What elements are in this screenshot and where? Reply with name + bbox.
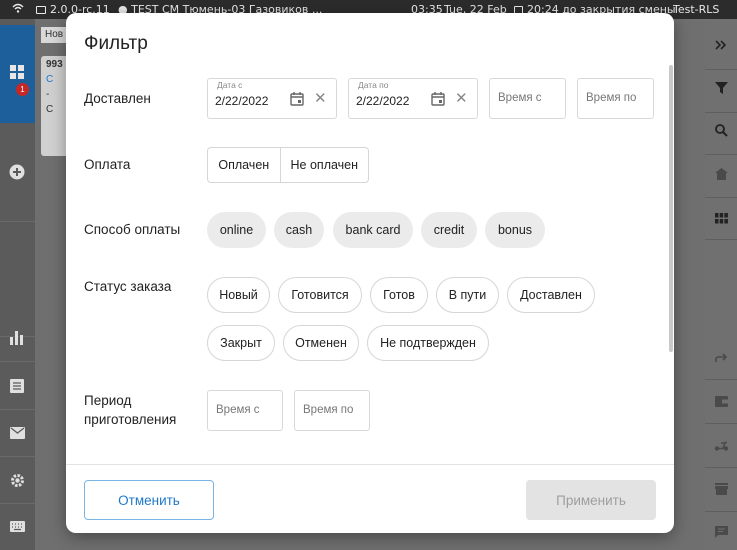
cooking-period-label-line1: Период <box>84 393 132 408</box>
payment-method-chip-bonus[interactable]: bonus <box>485 212 545 248</box>
store-icon[interactable] <box>712 481 730 499</box>
wallet-icon[interactable] <box>712 393 730 411</box>
clear-icon[interactable]: ✕ <box>314 91 327 106</box>
date-to-label: Дата по <box>356 80 391 90</box>
search-icon[interactable] <box>712 123 730 141</box>
sidebar-divider <box>0 503 35 504</box>
right-sidebar <box>705 19 737 550</box>
right-divider <box>705 379 737 380</box>
calendar-icon[interactable] <box>431 92 446 106</box>
status-chip-in-transit[interactable]: В пути <box>436 277 499 313</box>
cancel-button[interactable]: Отменить <box>84 480 214 520</box>
apps-icon <box>8 65 26 83</box>
payment-method-chip-online[interactable]: online <box>207 212 266 248</box>
wifi-icon <box>12 3 24 16</box>
left-sidebar: 1 <box>0 19 35 550</box>
notification-badge: 1 <box>16 83 29 96</box>
payment-option-unpaid[interactable]: Не оплачен <box>279 148 368 182</box>
time-from-placeholder: Время с <box>498 92 542 104</box>
sidebar-item-orders[interactable]: 1 <box>0 25 35 123</box>
chat-icon[interactable] <box>712 524 730 542</box>
payment-method-chip-credit[interactable]: credit <box>421 212 477 248</box>
calendar-icon[interactable] <box>290 92 305 106</box>
right-divider <box>705 511 737 512</box>
right-divider <box>705 239 737 240</box>
dialog-scrollbar[interactable] <box>669 65 673 352</box>
clear-icon[interactable]: ✕ <box>455 91 468 106</box>
sidebar-divider <box>0 409 35 410</box>
delivered-time-to-field[interactable]: Время по <box>577 78 654 119</box>
double-chevron-right-icon[interactable] <box>712 36 730 54</box>
sidebar-divider <box>0 221 35 222</box>
bar-chart-icon[interactable] <box>8 331 26 349</box>
time-from-placeholder: Время с <box>216 404 260 416</box>
time-to-placeholder: Время по <box>303 404 354 416</box>
gear-icon[interactable] <box>8 473 26 491</box>
right-divider <box>705 69 737 70</box>
delivered-time-from-field[interactable]: Время с <box>489 78 566 119</box>
scooter-icon[interactable] <box>712 437 730 455</box>
status-chip-delivered[interactable]: Доставлен <box>507 277 595 313</box>
sidebar-divider <box>0 456 35 457</box>
status-chip-closed[interactable]: Закрыт <box>207 325 275 361</box>
apply-button[interactable]: Применить <box>526 480 656 520</box>
date-to-value: 2/22/2022 <box>356 94 410 108</box>
date-from-value: 2/22/2022 <box>215 94 269 108</box>
status-chip-unconfirmed[interactable]: Не подтвержден <box>367 325 489 361</box>
sidebar-divider <box>0 361 35 362</box>
payment-method-chip-bank-card[interactable]: bank card <box>333 212 413 248</box>
right-divider <box>705 197 737 198</box>
dialog-title: Фильтр <box>84 33 148 54</box>
cooking-period-label-line2: приготовления <box>84 412 177 427</box>
filter-icon[interactable] <box>712 80 730 98</box>
payment-label: Оплата <box>84 157 131 172</box>
right-divider <box>705 423 737 424</box>
payment-method-label: Способ оплаты <box>84 222 181 237</box>
time-to-placeholder: Время по <box>586 92 637 104</box>
status-chip-cancelled[interactable]: Отменен <box>283 325 359 361</box>
grid-icon[interactable] <box>712 210 730 228</box>
forward-arrow-icon[interactable] <box>712 349 730 367</box>
filter-dialog: Фильтр Доставлен Дата с 2/22/2022 ✕ Дата… <box>66 13 674 533</box>
list-icon[interactable] <box>8 379 26 397</box>
right-divider <box>705 112 737 113</box>
mail-icon[interactable] <box>8 426 26 444</box>
order-status-label: Статус заказа <box>84 279 172 294</box>
right-divider <box>705 154 737 155</box>
delivered-date-to-field[interactable]: Дата по 2/22/2022 ✕ <box>348 78 478 119</box>
payment-toggle-group: Оплачен Не оплачен <box>207 147 369 183</box>
status-network: Test-RLS <box>673 3 720 16</box>
keyboard-icon[interactable] <box>8 519 26 537</box>
status-chip-new[interactable]: Новый <box>207 277 270 313</box>
cooking-time-to-field[interactable]: Время по <box>294 390 370 431</box>
cooking-time-from-field[interactable]: Время с <box>207 390 283 431</box>
right-divider <box>705 467 737 468</box>
date-from-label: Дата с <box>215 80 245 90</box>
payment-method-chip-cash[interactable]: cash <box>274 212 324 248</box>
monitor-icon <box>36 6 46 14</box>
add-circle-icon[interactable] <box>8 164 26 182</box>
status-chip-ready[interactable]: Готов <box>370 277 428 313</box>
delivered-date-from-field[interactable]: Дата с 2/22/2022 ✕ <box>207 78 337 119</box>
delivered-label: Доставлен <box>84 91 151 106</box>
payment-option-paid[interactable]: Оплачен <box>208 148 280 182</box>
dialog-footer-divider <box>66 464 674 465</box>
home-icon[interactable] <box>712 166 730 184</box>
cooking-period-label: Период приготовления <box>84 391 176 429</box>
status-chip-cooking[interactable]: Готовится <box>278 277 362 313</box>
